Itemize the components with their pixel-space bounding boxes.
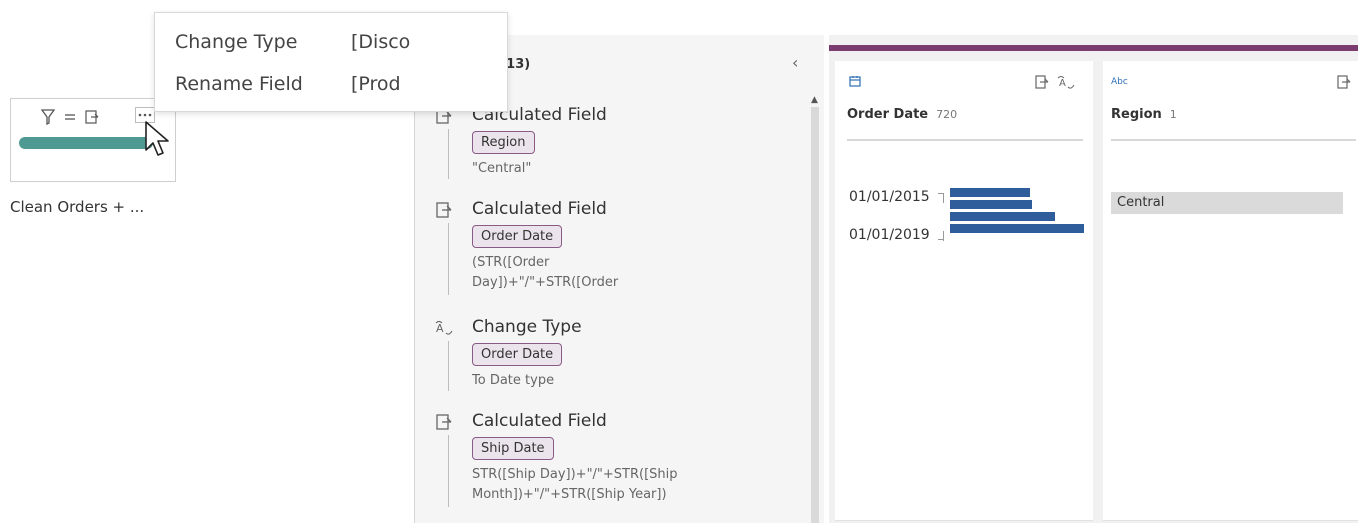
change-name: Calculated Field xyxy=(472,411,607,431)
menu-item-change-type[interactable]: Change Type [Disco xyxy=(175,31,410,53)
column-header[interactable]: Order Date 720 xyxy=(847,107,957,122)
change-description: Month])+"/"+STR([Ship Year]) xyxy=(472,487,667,502)
field-pill[interactable]: Order Date xyxy=(472,225,563,248)
header-divider xyxy=(1111,139,1356,141)
histogram-bar[interactable] xyxy=(950,224,1084,233)
change-entry[interactable]: A Change Type Order Date To Date type xyxy=(435,317,795,397)
menu-item-label: Change Type xyxy=(175,31,298,53)
entry-divider xyxy=(448,223,449,295)
menu-item-value: [Prod xyxy=(351,73,401,95)
header-divider xyxy=(847,139,1083,141)
calculated-field-icon[interactable] xyxy=(1035,75,1049,89)
change-name: Calculated Field xyxy=(472,199,607,219)
column-count: 1 xyxy=(1169,108,1177,121)
column-name: Order Date xyxy=(847,107,929,122)
column-region[interactable]: Abc Region 1 Central xyxy=(1103,61,1358,521)
column-order-date[interactable]: A Order Date 720 01/01/2015 01/01/2019 xyxy=(835,61,1093,521)
change-type-icon: A xyxy=(435,320,453,335)
calculated-field-icon[interactable] xyxy=(1337,75,1351,89)
flow-step-label: Clean Orders + ... xyxy=(10,198,145,216)
field-pill[interactable]: Ship Date xyxy=(472,437,554,460)
column-count: 720 xyxy=(936,108,958,121)
filter-icon[interactable] xyxy=(41,109,55,125)
changes-scrollbar[interactable] xyxy=(811,107,819,523)
equals-icon[interactable] xyxy=(64,111,76,123)
step-progress-bar xyxy=(19,137,153,149)
change-type-icon[interactable]: A xyxy=(1057,75,1075,89)
change-name: Change Type xyxy=(472,317,582,337)
column-name: Region xyxy=(1111,107,1162,122)
column-actions xyxy=(1337,75,1351,89)
collapse-panel-button[interactable]: ‹ xyxy=(792,53,798,72)
entry-divider xyxy=(448,341,449,391)
svg-text:A: A xyxy=(436,322,444,335)
change-description: STR([Ship Day])+"/"+STR([Ship xyxy=(472,467,678,482)
calendar-icon xyxy=(849,76,861,87)
context-menu: Change Type [Disco Rename Field [Prod xyxy=(154,12,508,112)
calculated-field-icon xyxy=(436,414,452,430)
value-row[interactable]: Central xyxy=(1111,192,1343,214)
menu-item-value: [Disco xyxy=(351,31,411,53)
change-description: (STR([Order xyxy=(472,255,550,270)
column-actions: A xyxy=(1035,75,1075,89)
change-description: To Date type xyxy=(472,373,555,388)
entry-divider xyxy=(448,435,449,507)
change-entry[interactable]: Calculated Field Ship Date STR([Ship Day… xyxy=(435,411,795,511)
change-description: "Central" xyxy=(472,161,532,176)
histogram-bar[interactable] xyxy=(950,212,1055,221)
entry-divider xyxy=(448,129,449,179)
axis-label: 01/01/2019 xyxy=(849,227,930,243)
calculated-field-icon[interactable] xyxy=(85,110,99,124)
calculated-field-icon xyxy=(436,202,452,218)
menu-item-rename-field[interactable]: Rename Field [Prod xyxy=(175,73,401,95)
field-pill[interactable]: Region xyxy=(472,131,535,154)
mouse-cursor-icon xyxy=(145,121,169,156)
change-description: Day])+"/"+STR([Order xyxy=(472,275,619,290)
field-pill[interactable]: Order Date xyxy=(472,343,563,366)
menu-item-label: Rename Field xyxy=(175,73,303,95)
step-toolbar xyxy=(41,109,99,125)
histogram-bar[interactable] xyxy=(950,200,1032,209)
abc-type-icon: Abc xyxy=(1111,77,1128,87)
axis-label: 01/01/2015 xyxy=(849,189,930,205)
column-header[interactable]: Region 1 xyxy=(1111,107,1177,122)
value-label: Central xyxy=(1117,195,1165,210)
step-color-bar xyxy=(829,45,1358,51)
axis-tick xyxy=(943,231,944,241)
scroll-up-arrow-icon[interactable]: ▲ xyxy=(811,95,818,105)
data-grid: A Order Date 720 01/01/2015 01/01/2019 Ab… xyxy=(829,35,1358,523)
svg-text:A: A xyxy=(1059,78,1066,89)
change-entry[interactable]: Calculated Field Region "Central" xyxy=(435,105,795,185)
change-entry[interactable]: Calculated Field Order Date (STR([Order … xyxy=(435,199,795,299)
axis-tick xyxy=(943,193,944,203)
histogram-bar[interactable] xyxy=(950,188,1030,197)
